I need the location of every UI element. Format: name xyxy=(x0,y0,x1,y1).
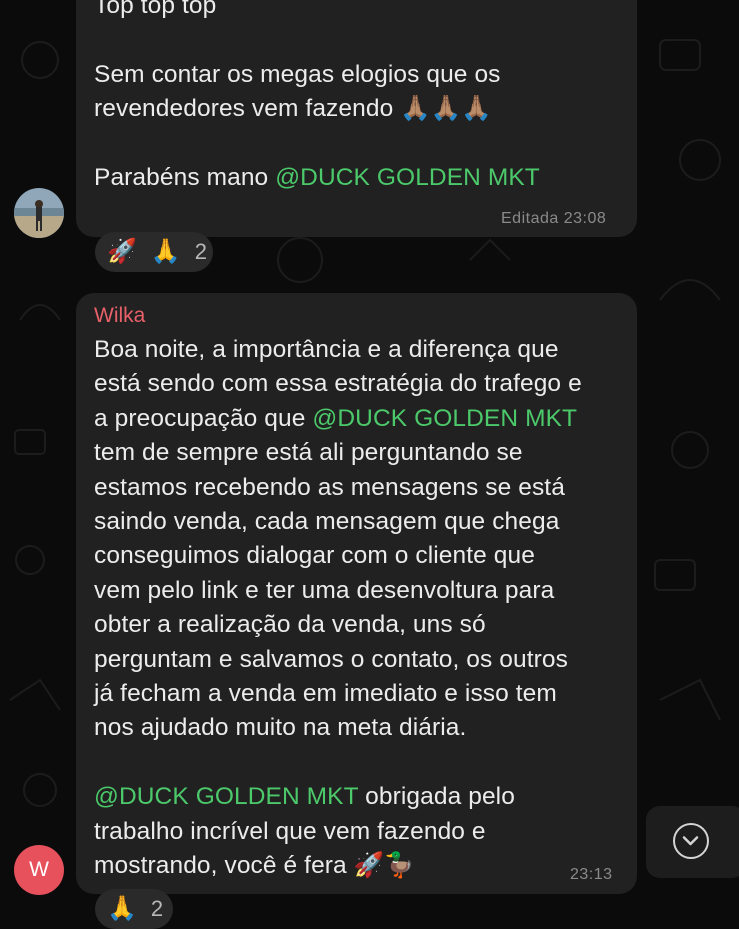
avatar-photo xyxy=(14,188,64,238)
message-bubble[interactable]: Top top top Sem contar os megas elogios … xyxy=(76,0,637,237)
pray-emoji: 🙏 xyxy=(107,895,137,922)
message-line: tem de sempre está ali perguntando se xyxy=(94,439,523,467)
message-timestamp: Editada 23:08 xyxy=(501,210,607,227)
message-line: conseguimos dialogar com o cliente que xyxy=(94,542,535,570)
message-line: trabalho incrível que vem fazendo e xyxy=(94,817,486,845)
chevron-down-icon xyxy=(673,823,709,859)
message-line: a preocupação que xyxy=(94,404,313,432)
reaction-count: 2 xyxy=(194,239,208,264)
mention-link[interactable]: @DUCK GOLDEN MKT xyxy=(275,164,540,191)
message-line: está sendo com essa estratégia do trafeg… xyxy=(94,370,582,398)
avatar-initial: W xyxy=(29,858,49,881)
message-line: obrigada pelo xyxy=(358,783,515,811)
message-text: Top top top Sem contar os megas elogios … xyxy=(94,0,540,195)
message-text: Boa noite, a importância e a diferença q… xyxy=(94,333,582,884)
message-line: revendedores vem fazendo 🙏🏽🙏🏽🙏🏽 xyxy=(94,95,493,123)
message-line: estamos recebendo as mensagens se está xyxy=(94,473,565,501)
message-timestamp: 23:13 xyxy=(570,866,613,883)
mention-link[interactable]: @DUCK GOLDEN MKT xyxy=(312,405,577,432)
message-line: já fecham a venda em imediato e isso tem xyxy=(94,680,557,708)
sender-name[interactable]: Wilka xyxy=(94,304,145,328)
avatar[interactable] xyxy=(14,188,64,238)
message-line: saindo venda, cada mensagem que chega xyxy=(94,508,560,536)
message-line: mostrando, você é fera 🚀🦆 xyxy=(94,852,415,880)
message-line: perguntam e salvamos o contato, os outro… xyxy=(94,645,568,673)
message-line: Boa noite, a importância e a diferença q… xyxy=(94,336,559,363)
avatar[interactable]: W xyxy=(14,845,64,895)
mention-link[interactable]: @DUCK GOLDEN MKT xyxy=(94,783,358,810)
scroll-to-bottom-button[interactable] xyxy=(646,806,739,878)
message-line: Sem contar os megas elogios que os xyxy=(94,60,501,88)
message-line: obter a realização da venda, uns só xyxy=(94,611,486,639)
message-line: vem pelo link e ter uma desenvoltura par… xyxy=(94,576,555,604)
rocket-emoji: 🚀 xyxy=(107,238,137,265)
message-line: Top top top xyxy=(94,0,217,19)
reaction-pill[interactable]: 🙏 2 xyxy=(95,889,173,929)
message-line: Parabéns mano xyxy=(94,164,276,192)
pray-emoji: 🙏 xyxy=(150,238,181,265)
message-bubble[interactable]: Wilka Boa noite, a importância e a difer… xyxy=(76,293,637,894)
message-line: nos ajudado muito na meta diária. xyxy=(94,714,467,742)
reaction-count: 2 xyxy=(150,896,164,921)
reaction-pill[interactable]: 🚀 🙏 2 xyxy=(95,232,213,272)
